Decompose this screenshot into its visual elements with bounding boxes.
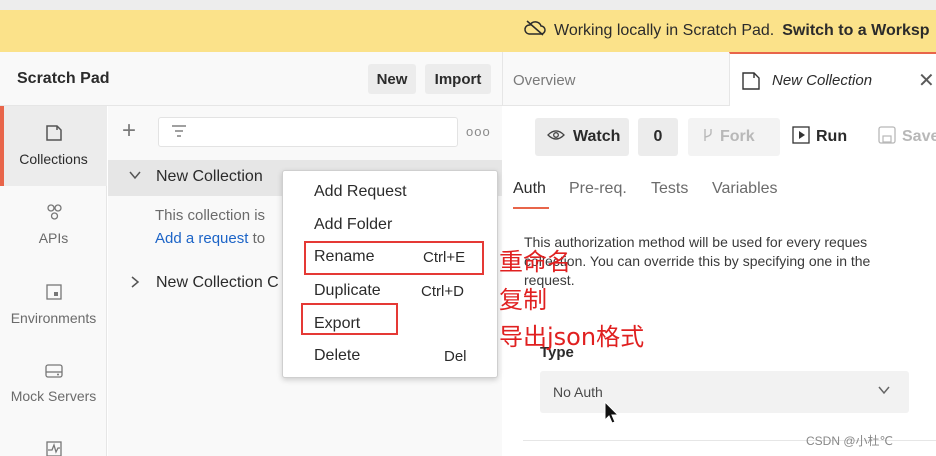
rename-annotation: 重命名	[499, 248, 571, 276]
chevron-right-icon[interactable]	[128, 275, 142, 292]
chevron-down-icon[interactable]	[128, 168, 142, 185]
banner-text: Working locally in Scratch Pad.	[554, 21, 775, 39]
save-button[interactable]: Save	[872, 118, 936, 156]
chevron-down-icon	[877, 383, 891, 400]
empty-collection-text: This collection is	[155, 207, 266, 224]
watch-button[interactable]: Watch	[535, 118, 629, 156]
environments-icon	[0, 283, 107, 306]
menu-item-add-folder[interactable]: Add Folder	[314, 216, 392, 234]
save-icon	[878, 125, 896, 149]
watch-count[interactable]: 0	[638, 118, 678, 156]
apis-icon	[0, 203, 107, 226]
tab-title[interactable]: New Collection	[772, 72, 872, 89]
active-tab-underline	[513, 207, 549, 209]
menu-item-add-request[interactable]: Add Request	[314, 183, 407, 201]
shortcut-duplicate: Ctrl+D	[421, 283, 464, 300]
auth-description-line: collection. You can override this by spe…	[524, 253, 871, 269]
plus-icon[interactable]: +	[122, 119, 136, 143]
collection-tab-icon	[741, 71, 761, 95]
tab-tests[interactable]: Tests	[651, 180, 688, 198]
add-request-link-row: Add a request to	[155, 230, 265, 247]
sidebar-item-apis[interactable]: APIs	[0, 230, 107, 246]
auth-description: This authorization method will be used f…	[524, 233, 936, 290]
monitors-icon[interactable]	[0, 440, 107, 456]
tab-pre-request[interactable]: Pre-req.	[569, 180, 627, 198]
import-button[interactable]: Import	[425, 64, 491, 94]
duplicate-annotation: 复制	[499, 286, 547, 314]
shortcut-delete: Del	[444, 348, 467, 365]
cloud-off-icon	[524, 20, 546, 41]
add-request-rest: to	[252, 230, 266, 247]
menu-item-duplicate[interactable]: Duplicate	[314, 282, 381, 300]
collection-name[interactable]: New Collection	[156, 168, 263, 186]
new-button[interactable]: New	[368, 64, 416, 94]
workspace-title: Scratch Pad	[17, 70, 110, 87]
save-label: Save	[902, 128, 936, 145]
add-request-link[interactable]: Add a request	[155, 230, 248, 247]
tab-auth[interactable]: Auth	[513, 180, 546, 198]
watch-label: Watch	[573, 128, 621, 145]
sidebar-item-environments[interactable]: Environments	[0, 310, 107, 326]
fork-icon	[702, 127, 714, 148]
auth-description-line: request.	[524, 272, 575, 288]
tab-variables[interactable]: Variables	[712, 180, 778, 198]
fork-button[interactable]: Fork	[688, 118, 780, 156]
export-highlight-box	[301, 303, 398, 335]
play-icon	[792, 125, 810, 149]
sidebar-item-mock-servers[interactable]: Mock Servers	[0, 388, 107, 404]
collection-name[interactable]: New Collection C	[156, 274, 279, 292]
mock-servers-icon	[0, 362, 107, 385]
watermark: CSDN @小杜℃	[806, 434, 893, 448]
fork-label: Fork	[720, 128, 755, 145]
tab-overview[interactable]: Overview	[513, 72, 576, 89]
export-annotation: 导出json格式	[499, 323, 645, 351]
collections-icon	[0, 124, 107, 147]
sidebar-item-collections[interactable]: Collections	[0, 151, 107, 167]
auth-description-line: This authorization method will be used f…	[524, 234, 868, 250]
banner-message: Working locally in Scratch Pad. Switch t…	[524, 20, 930, 41]
auth-type-value: No Auth	[553, 384, 603, 400]
close-icon[interactable]: ✕	[918, 68, 935, 93]
mouse-cursor-icon	[604, 400, 620, 429]
more-options-icon[interactable]: ooo	[466, 124, 491, 139]
run-button[interactable]: Run	[786, 118, 852, 156]
rename-highlight-box	[304, 241, 484, 275]
filter-icon	[170, 124, 188, 142]
banner-top-strip	[0, 0, 936, 10]
filter-input[interactable]	[158, 117, 458, 147]
switch-workspace-link[interactable]: Switch to a Worksp	[782, 22, 929, 40]
run-label: Run	[816, 128, 848, 145]
eye-icon	[547, 128, 565, 146]
menu-item-delete[interactable]: Delete	[314, 347, 360, 365]
